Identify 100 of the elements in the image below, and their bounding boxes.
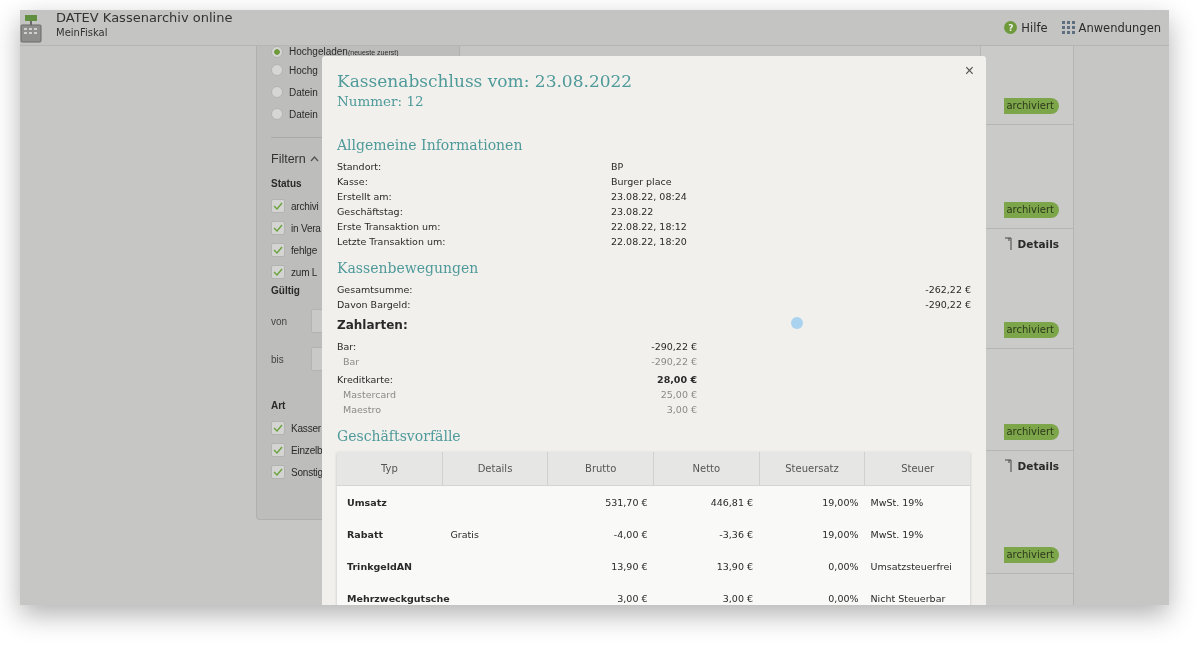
table-cell: MwSt. 19% — [870, 528, 924, 540]
movement-value: -290,22 € — [924, 299, 971, 310]
valid-heading: Gültig — [271, 285, 300, 296]
app-title: DATEV Kassenarchiv online — [56, 10, 233, 26]
filter-heading[interactable]: Filtern — [271, 152, 319, 166]
sort-option-label: Datein — [289, 86, 318, 98]
document-icon — [1003, 237, 1012, 251]
table-cell: Umsatz — [347, 496, 387, 508]
details-link[interactable]: Details — [1003, 237, 1059, 251]
checkbox-label: Sonstig — [291, 466, 323, 478]
table-cell: Umsatzsteuerfrei — [870, 560, 952, 572]
payment-value: 25,00 € — [660, 389, 697, 400]
section-heading: Kassenbewegungen — [337, 259, 480, 277]
table-cell: 19,00% — [822, 528, 859, 540]
table-cell: 13,90 € — [611, 560, 648, 572]
payment-label: Mastercard — [343, 389, 397, 400]
table-cell: -3,36 € — [719, 528, 753, 540]
status-badge: archiviert — [1004, 424, 1059, 440]
payment-value: 28,00 € — [657, 374, 697, 385]
status-badge: archiviert — [1004, 98, 1059, 114]
movement-label: Davon Bargeld: — [337, 299, 412, 310]
info-label: Erstellt am: — [337, 191, 393, 202]
table-cell: 0,00% — [828, 560, 859, 572]
dialog-title: Kassenabschluss vom: 23.08.2022 — [337, 70, 634, 92]
table-cell: 531,70 € — [605, 496, 648, 508]
table-cell: Nicht Steuerbar — [870, 592, 946, 604]
section-heading: Allgemeine Informationen — [337, 136, 524, 154]
payment-value: -290,22 € — [651, 356, 697, 367]
close-button[interactable]: × — [960, 60, 978, 82]
checkbox-label: Kasser — [291, 422, 321, 434]
info-label: Kasse: — [337, 176, 369, 187]
from-label: von — [271, 315, 289, 327]
payment-value: 3,00 € — [666, 404, 697, 415]
checkbox[interactable] — [271, 465, 285, 479]
column-header: Details — [442, 452, 549, 485]
document-icon — [1003, 459, 1012, 473]
table-cell: Rabatt — [347, 528, 384, 540]
cursor-dot — [791, 317, 803, 329]
grid-icon — [1061, 21, 1075, 34]
table-cell: 13,90 € — [716, 560, 753, 572]
to-label: bis — [271, 353, 285, 365]
sort-option-label: Datein — [289, 108, 318, 120]
dialog-subtitle: Nummer: 12 — [337, 92, 425, 110]
status-badge: archiviert — [1004, 547, 1059, 563]
info-value: Burger place — [611, 176, 672, 187]
status-badge: archiviert — [1004, 202, 1059, 218]
table-cell: 19,00% — [822, 496, 859, 508]
checkbox[interactable] — [271, 199, 285, 213]
info-value: 23.08.22 — [611, 206, 654, 217]
app-subtitle: MeinFiskal — [56, 25, 109, 40]
info-label: Letzte Transaktion um: — [337, 236, 447, 247]
table-cell: 0,00% — [828, 592, 859, 604]
column-header: Brutto — [548, 452, 654, 485]
applications-link[interactable]: Anwendungen — [1061, 20, 1161, 35]
checkbox[interactable] — [271, 421, 285, 435]
column-header: Netto — [654, 452, 760, 485]
payment-label: Bar — [343, 356, 360, 367]
payments-heading: Zahlarten: — [337, 318, 408, 332]
checkbox-label: in Vera — [291, 222, 321, 234]
movement-label: Gesamtsumme: — [337, 284, 414, 295]
type-heading: Art — [271, 400, 286, 411]
table-cell: MwSt. 19% — [870, 496, 924, 508]
payment-value: -290,22 € — [651, 341, 697, 352]
radio-button[interactable] — [271, 64, 283, 76]
info-value: 22.08.22, 18:12 — [611, 221, 687, 232]
column-header: Typ — [337, 452, 443, 485]
table-cell: 3,00 € — [722, 592, 753, 604]
radio-button[interactable] — [271, 86, 283, 98]
table-cell: 3,00 € — [617, 592, 648, 604]
column-header: Steuersatz — [759, 452, 866, 485]
info-value: 22.08.22, 18:20 — [611, 236, 687, 247]
radio-button[interactable] — [271, 108, 283, 120]
table-cell: Mehrzweckgutsche — [347, 592, 450, 604]
checkbox-label: fehlge — [291, 244, 318, 256]
status-heading: Status — [271, 178, 302, 189]
checkbox-label: Einzelb — [291, 444, 323, 456]
info-label: Erste Transaktion um: — [337, 221, 442, 232]
cash-register-icon — [20, 12, 42, 43]
sort-option-label: Hochg — [289, 64, 318, 76]
help-link[interactable]: ? Hilfe — [1004, 20, 1048, 35]
checkbox[interactable] — [271, 243, 285, 257]
payment-label: Bar: — [337, 341, 357, 352]
section-heading: Geschäftsvorfälle — [337, 427, 462, 445]
checkbox[interactable] — [271, 265, 285, 279]
movement-value: -262,22 € — [924, 284, 971, 295]
table-cell: 446,81 € — [710, 496, 753, 508]
table-cell: Gratis — [450, 528, 479, 540]
payment-label: Kreditkarte: — [337, 374, 393, 385]
info-value: 23.08.22, 08:24 — [611, 191, 687, 202]
info-label: Geschäftstag: — [337, 206, 404, 217]
details-link[interactable]: Details — [1003, 459, 1059, 473]
column-header: Steuer — [900, 462, 936, 476]
caret-icon — [309, 156, 319, 162]
checkbox[interactable] — [271, 443, 285, 457]
info-label: Standort: — [337, 161, 383, 172]
table-cell: -4,00 € — [613, 528, 648, 540]
status-badge: archiviert — [1004, 322, 1059, 338]
checkbox[interactable] — [271, 221, 285, 235]
table-cell: TrinkgeldAN — [347, 560, 413, 572]
checkbox-label: zum L — [291, 266, 318, 278]
